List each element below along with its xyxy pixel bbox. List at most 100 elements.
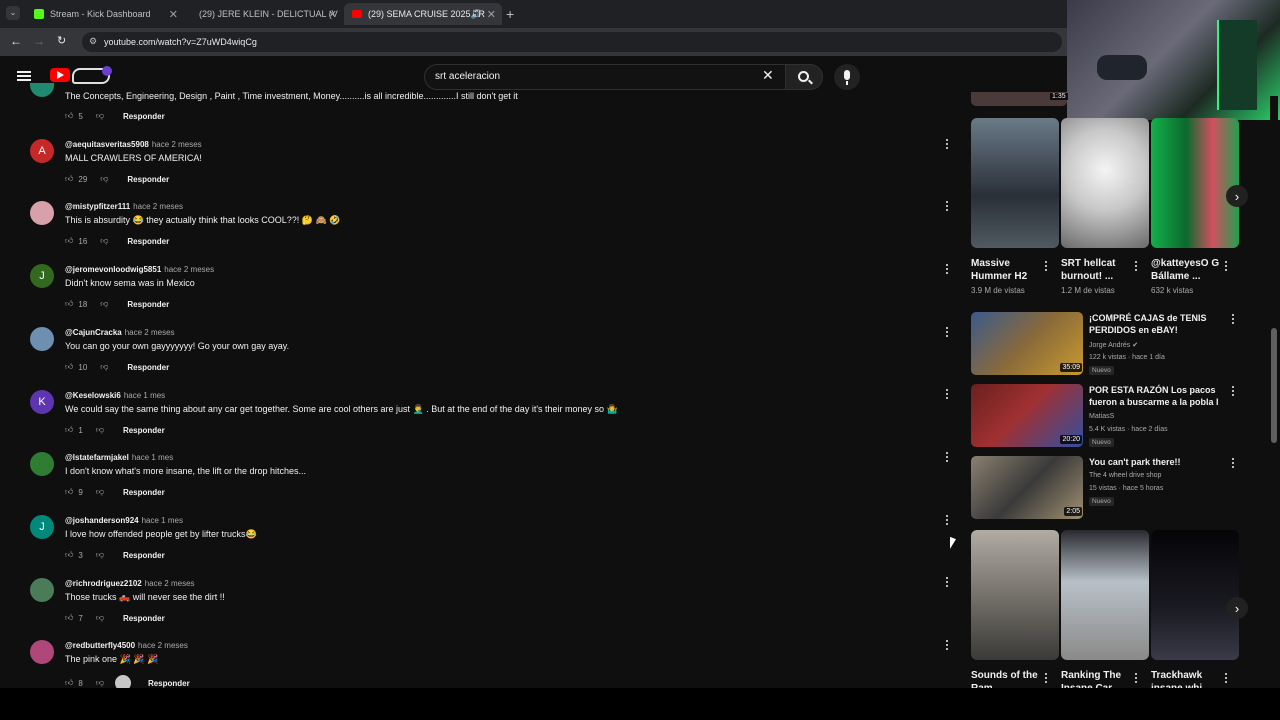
video-title[interactable]: ¡COMPRÉ CAJAS de TENIS PERDIDOS en eBAY! — [1089, 312, 1227, 336]
like-icon[interactable]: 👍︎ — [65, 425, 73, 435]
like-icon[interactable]: 👍︎ — [65, 550, 73, 560]
reply-button[interactable]: Responder — [127, 300, 169, 309]
comment-time[interactable]: hace 1 mes — [142, 516, 183, 525]
next-shorts-button[interactable]: › — [1226, 185, 1248, 207]
comment-author[interactable]: @aequitasveritas5908 — [65, 140, 149, 149]
comment-author[interactable]: @jeromevonloodwig5851 — [65, 265, 161, 274]
reply-button[interactable]: Responder — [123, 488, 165, 497]
reload-icon[interactable]: ↻ — [57, 34, 66, 47]
like-icon[interactable]: 👍︎ — [65, 236, 73, 246]
short-title[interactable]: @katteyesO G Bállame ... — [1151, 257, 1223, 283]
comment-menu-icon[interactable] — [944, 325, 950, 339]
tab-kick[interactable]: Stream - Kick Dashboard ✕ — [26, 3, 184, 25]
short-menu-icon[interactable] — [1043, 259, 1049, 273]
comment-author[interactable]: @redbutterfly4500 — [65, 641, 135, 650]
video-item[interactable]: 20:20 POR ESTA RAZÓN Los pacos fueron a … — [971, 384, 1261, 448]
like-icon[interactable]: 👍︎ — [65, 362, 73, 372]
dislike-icon[interactable]: 👎︎ — [100, 362, 108, 372]
avatar[interactable] — [30, 327, 54, 351]
dislike-icon[interactable]: 👎︎ — [100, 236, 108, 246]
channel-name[interactable]: The 4 wheel drive shop — [1089, 472, 1161, 479]
avatar[interactable]: J — [30, 264, 54, 288]
video-item[interactable]: 35:09 ¡COMPRÉ CAJAS de TENIS PERDIDOS en… — [971, 312, 1261, 376]
next-shorts-button[interactable]: › — [1226, 597, 1248, 619]
short-title[interactable]: Massive Hummer H2 — [971, 257, 1043, 283]
dislike-icon[interactable]: 👎︎ — [96, 487, 104, 497]
avatar[interactable]: K — [30, 390, 54, 414]
comment-menu-icon[interactable] — [944, 450, 950, 464]
clear-search-icon[interactable]: ✕ — [762, 67, 774, 84]
short-thumbnail[interactable] — [1061, 530, 1149, 660]
dislike-icon[interactable]: 👎︎ — [96, 425, 104, 435]
reply-button[interactable]: Responder — [148, 679, 190, 688]
comment-author[interactable]: @CajunCracka — [65, 328, 122, 337]
avatar[interactable] — [30, 201, 54, 225]
youtube-logo-icon[interactable] — [50, 68, 70, 82]
comment-menu-icon[interactable] — [944, 137, 950, 151]
avatar[interactable] — [30, 83, 54, 97]
reply-button[interactable]: Responder — [123, 112, 165, 121]
like-icon[interactable]: 👍︎ — [65, 613, 73, 623]
like-icon[interactable]: 👍︎ — [65, 678, 73, 688]
video-title[interactable]: POR ESTA RAZÓN Los pacos fueron a buscar… — [1089, 384, 1227, 408]
comment-menu-icon[interactable] — [944, 199, 950, 213]
tab-jere-klein[interactable]: (29) JERE KLEIN - DELICTUAL (V ✕ — [185, 3, 343, 25]
short-thumbnail[interactable] — [1061, 118, 1149, 248]
comment-author[interactable]: @Keselowski6 — [65, 391, 121, 400]
dislike-icon[interactable]: 👎︎ — [96, 678, 104, 688]
video-item[interactable]: 2:05 You can't park there!! The 4 wheel … — [971, 456, 1261, 520]
short-menu-icon[interactable] — [1133, 671, 1139, 685]
doodle-logo-icon[interactable] — [72, 66, 112, 84]
dislike-icon[interactable]: 👎︎ — [96, 613, 104, 623]
comment-menu-icon[interactable] — [944, 638, 950, 652]
menu-icon[interactable] — [17, 71, 31, 81]
comment-author[interactable]: @lstatefarmjakel — [65, 453, 129, 462]
comment-time[interactable]: hace 1 mes — [124, 391, 165, 400]
avatar[interactable]: A — [30, 139, 54, 163]
short-title[interactable]: SRT hellcat burnout! ... — [1061, 257, 1133, 283]
short-thumbnail[interactable] — [1151, 118, 1239, 248]
dislike-icon[interactable]: 👎︎ — [96, 550, 104, 560]
channel-name[interactable]: Jorge Andrés ✔ — [1089, 341, 1138, 349]
avatar[interactable] — [30, 640, 54, 664]
like-icon[interactable]: 👍︎ — [65, 299, 73, 309]
comment-menu-icon[interactable] — [944, 575, 950, 589]
reply-button[interactable]: Responder — [127, 363, 169, 372]
reply-button[interactable]: Responder — [123, 426, 165, 435]
video-menu-icon[interactable] — [1230, 384, 1236, 398]
dislike-icon[interactable]: 👎︎ — [96, 111, 104, 121]
back-icon[interactable]: ← — [10, 34, 22, 48]
close-tab-icon[interactable]: ✕ — [487, 8, 496, 21]
site-info-icon[interactable]: ⚙ — [89, 36, 97, 47]
video-menu-icon[interactable] — [1230, 456, 1236, 470]
short-menu-icon[interactable] — [1133, 259, 1139, 273]
avatar[interactable] — [30, 452, 54, 476]
comment-menu-icon[interactable] — [944, 387, 950, 401]
comment-time[interactable]: hace 2 meses — [152, 140, 202, 149]
comment-time[interactable]: hace 1 mes — [132, 453, 173, 462]
comment-time[interactable]: hace 2 meses — [164, 265, 214, 274]
close-tab-icon[interactable]: ✕ — [169, 8, 178, 21]
close-tab-icon[interactable]: ✕ — [328, 8, 337, 21]
reply-button[interactable]: Responder — [127, 175, 169, 184]
tab-sema-cruise[interactable]: (29) SEMA CRUISE 2025 TR 🔊 ✕ — [344, 3, 502, 25]
reply-button[interactable]: Responder — [123, 551, 165, 560]
video-menu-icon[interactable] — [1230, 312, 1236, 326]
scrollbar-thumb[interactable] — [1271, 328, 1277, 443]
avatar[interactable]: J — [30, 515, 54, 539]
dislike-icon[interactable]: 👎︎ — [100, 299, 108, 309]
tab-search-icon[interactable]: ⌄ — [6, 6, 20, 20]
video-thumbnail[interactable]: 20:20 — [971, 384, 1083, 447]
short-menu-icon[interactable] — [1043, 671, 1049, 685]
reply-button[interactable]: Responder — [123, 614, 165, 623]
comment-author[interactable]: @mistypfitzer111 — [65, 202, 130, 211]
comment-time[interactable]: hace 2 meses — [138, 641, 188, 650]
short-thumbnail[interactable] — [971, 530, 1059, 660]
video-thumbnail[interactable]: 35:09 — [971, 312, 1083, 375]
comment-menu-icon[interactable] — [944, 262, 950, 276]
comment-time[interactable]: hace 2 meses — [133, 202, 183, 211]
audio-playing-icon[interactable]: 🔊 — [471, 9, 482, 20]
comment-author[interactable]: @joshanderson924 — [65, 516, 139, 525]
avatar[interactable] — [30, 578, 54, 602]
comment-author[interactable]: @richrodriguez2102 — [65, 579, 142, 588]
